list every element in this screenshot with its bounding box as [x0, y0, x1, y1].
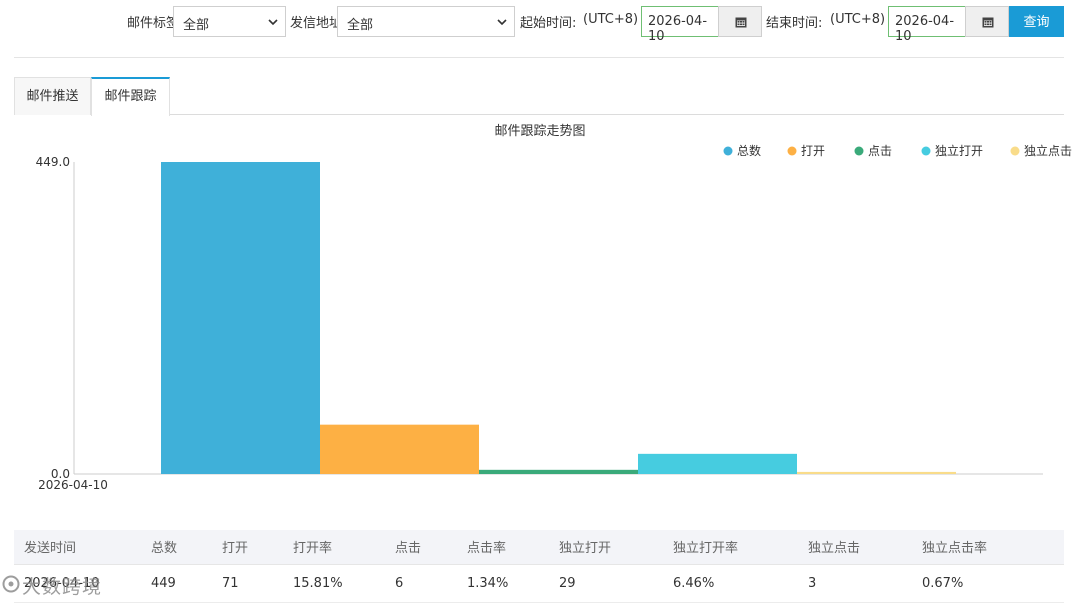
legend-marker-4 [1010, 146, 1020, 156]
legend-label-2: 点击 [868, 144, 892, 158]
sender-select[interactable]: 全部 [337, 6, 515, 37]
tab-bar: 邮件推送 邮件跟踪 [14, 77, 1064, 116]
start-date-input[interactable]: 2026-04-10 [641, 6, 719, 44]
end-time-label: 结束时间: [766, 16, 823, 31]
cell-click: 6 [395, 564, 467, 603]
chart-title: 邮件跟踪走势图 [494, 123, 585, 139]
sender-label: 发信地址 [290, 16, 343, 31]
table-row: 2026-04-10 449 71 15.81% 6 1.34% 29 6.46… [14, 564, 1064, 603]
chart-canvas: 邮件跟踪走势图总数 打开 点击 独立打开 独立点击449.00.02026-04-10 [36, 123, 1072, 492]
legend-label-0: 总数 [737, 143, 761, 158]
tag-select[interactable]: 全部 [173, 6, 286, 37]
x-tick-label: 2026-04-10 [38, 478, 108, 492]
cell-unique-click: 3 [808, 564, 922, 603]
legend-marker-1 [787, 146, 797, 156]
col-header-unique-open-rate: 独立打开率 [673, 530, 808, 565]
chevron-down-icon [268, 19, 278, 26]
tag-label: 邮件标签 [127, 16, 180, 31]
col-header-send-time: 发送时间 [14, 530, 151, 565]
col-header-unique-click: 独立点击 [808, 530, 922, 565]
cell-unique-open-rate: 6.46% [673, 564, 808, 603]
sender-select-value: 全部 [347, 18, 374, 33]
col-header-unique-click-rate: 独立点击率 [922, 530, 1064, 565]
start-timezone: (UTC+8) [583, 12, 639, 27]
search-button[interactable]: 查询 [1009, 6, 1064, 37]
cell-open-rate: 15.81% [293, 564, 395, 603]
start-date-value: 2026-04-10 [648, 14, 708, 44]
legend-marker-3 [921, 146, 931, 156]
calendar-icon [982, 17, 994, 28]
col-header-click-rate: 点击率 [467, 530, 559, 565]
col-header-click: 点击 [395, 530, 467, 565]
legend-marker-2 [854, 146, 864, 156]
bar-1 [320, 424, 479, 474]
end-timezone: (UTC+8) [830, 12, 886, 27]
bar-2 [479, 469, 638, 474]
chevron-down-icon [497, 19, 507, 26]
end-date-value: 2026-04-10 [895, 14, 955, 44]
start-time-label: 起始时间: [520, 16, 577, 31]
table-header-row: 发送时间 总数 打开 打开率 点击 点击率 独立打开 独立打开率 独立点击 独立… [14, 530, 1064, 565]
col-header-unique-open: 独立打开 [559, 530, 673, 565]
legend-label-1: 打开 [801, 144, 825, 158]
bar-3 [638, 453, 797, 474]
tracking-chart: 邮件跟踪走势图 总数 打开 点击 独立打开 独立点击 449.0 0.0 2026-04-10 [0, 118, 1080, 498]
col-header-open-rate: 打开率 [293, 530, 395, 565]
legend-label-3: 独立打开 [935, 143, 983, 158]
end-calendar-button[interactable] [965, 6, 1009, 37]
watermark: 大数跨境 [0, 568, 150, 600]
cell-total: 449 [151, 564, 222, 603]
tab-mail-push[interactable]: 邮件推送 [14, 77, 91, 115]
legend-marker-0 [723, 146, 733, 156]
legend-label-4: 独立点击 [1024, 143, 1072, 158]
tab-mail-tracking[interactable]: 邮件跟踪 [91, 77, 170, 116]
bar-4 [797, 471, 956, 474]
tag-select-value: 全部 [183, 18, 210, 33]
watermark-logo-icon [2, 575, 20, 593]
cell-open: 71 [222, 564, 293, 603]
bar-0 [161, 162, 320, 474]
cell-click-rate: 1.34% [467, 564, 559, 603]
cell-unique-open: 29 [559, 564, 673, 603]
calendar-icon [735, 17, 747, 28]
y-tick-label-max: 449.0 [36, 155, 70, 169]
filter-bar: 邮件标签 全部 发信地址 全部 起始时间: (UTC+8) 2026-04-10… [0, 0, 1080, 44]
col-header-total: 总数 [151, 530, 222, 565]
cell-unique-click-rate: 0.67% [922, 564, 1064, 603]
start-calendar-button[interactable] [718, 6, 762, 37]
end-date-input[interactable]: 2026-04-10 [888, 6, 966, 44]
divider [14, 57, 1064, 58]
watermark-text: 大数跨境 [22, 576, 103, 598]
tracking-table: 发送时间 总数 打开 打开率 点击 点击率 独立打开 独立打开率 独立点击 独立… [14, 530, 1064, 603]
col-header-open: 打开 [222, 530, 293, 565]
